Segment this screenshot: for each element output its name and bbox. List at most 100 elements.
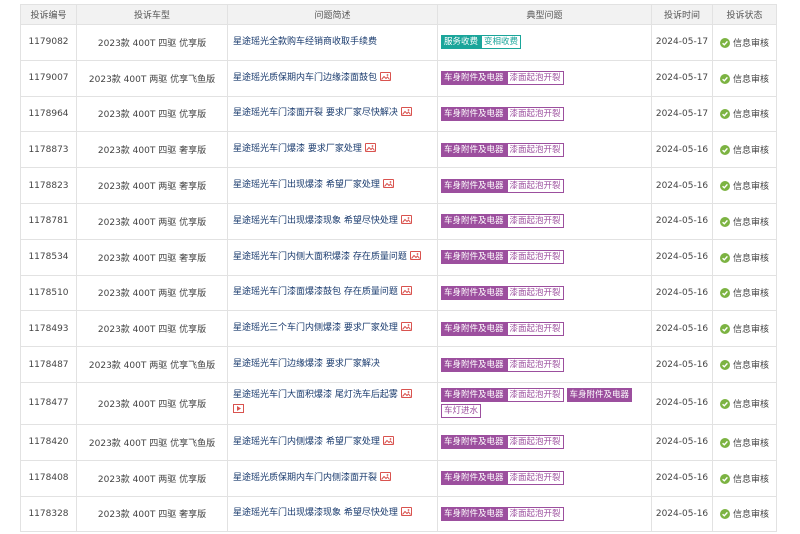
issue-tag[interactable]: 漆面起泡开裂 — [506, 142, 564, 157]
issue-tag[interactable]: 漆面起泡开裂 — [506, 471, 564, 486]
problem-summary-link[interactable]: 星途瑶光车门内侧爆漆 希望厂家处理 — [233, 437, 380, 447]
table-row[interactable]: 1178534 2023款 400T 四驱 奢享版 星途瑶光车门内侧大面积爆漆 存在… — [20, 238, 777, 276]
issue-tag[interactable]: 漆面起泡开裂 — [506, 506, 564, 521]
issue-tag[interactable]: 车身附件及电器 — [441, 357, 507, 372]
typical-issue-cell: 车身附件及电器 漆面起泡开裂 — [437, 310, 652, 348]
problem-summary-link[interactable]: 星途瑶光车门爆漆 要求厂家处理 — [233, 144, 362, 154]
issue-tag[interactable]: 漆面起泡开裂 — [506, 106, 564, 121]
issue-tag[interactable]: 车身附件及电器 — [441, 388, 507, 403]
problem-summary-link[interactable]: 星途瑶光三个车门内侧爆漆 要求厂家处理 — [233, 323, 398, 333]
problem-summary-cell: 星途瑶光车门出现爆漆现象 希望尽快处理 — [227, 202, 438, 240]
problem-summary-link[interactable]: 星途瑶光车门内侧大面积爆漆 存在质量问题 — [233, 252, 407, 262]
problem-summary-cell: 星途瑶光车门漆面爆漆鼓包 存在质量问题 — [227, 274, 438, 312]
image-icon[interactable] — [382, 179, 394, 189]
complaint-id: 1179082 — [20, 24, 77, 61]
issue-tag[interactable]: 漆面起泡开裂 — [506, 250, 564, 265]
table-row[interactable]: 1179082 2023款 400T 四驱 优享版 星途瑶光全款购车经销商收取手续费… — [20, 24, 777, 61]
problem-summary-cell: 星途瑶光车门出现爆漆现象 希望尽快处理 — [227, 495, 438, 533]
check-circle-icon — [719, 324, 730, 335]
complaint-date: 2024-05-16 — [651, 238, 713, 276]
issue-tag[interactable]: 车身附件及电器 — [441, 435, 507, 450]
typical-issue-cell: 车身附件及电器 漆面起泡开裂 — [437, 131, 652, 169]
image-icon[interactable] — [380, 471, 392, 481]
car-model: 2023款 400T 四驱 优享版 — [76, 310, 228, 348]
image-icon[interactable] — [400, 507, 412, 517]
typical-issue-cell: 车身附件及电器 漆面起泡开裂 — [437, 238, 652, 276]
issue-tag[interactable]: 变相收费 — [481, 35, 522, 50]
issue-tag[interactable]: 车灯进水 — [441, 404, 482, 419]
table-row[interactable]: 1178964 2023款 400T 四驱 优享版 星途瑶光车门漆面开裂 要求厂家尽… — [20, 95, 777, 133]
issue-tag[interactable]: 车身附件及电器 — [441, 285, 507, 300]
problem-summary-cell: 星途瑶光质保期内车门边缘漆面鼓包 — [227, 59, 438, 97]
table-row[interactable]: 1178781 2023款 400T 两驱 优享版 星途瑶光车门出现爆漆现象 希望尽… — [20, 202, 777, 240]
image-icon[interactable] — [400, 107, 412, 117]
video-icon[interactable] — [233, 404, 244, 414]
issue-tag[interactable]: 服务收费 — [441, 35, 482, 50]
problem-summary-link[interactable]: 星途瑶光车门漆面开裂 要求厂家尽快解决 — [233, 108, 398, 118]
complaint-id: 1178408 — [20, 459, 77, 497]
problem-summary-cell: 星途瑶光车门大面积爆漆 尾灯洗车后起雾 — [227, 381, 438, 425]
problem-summary-link[interactable]: 星途瑶光车门出现爆漆现象 希望尽快处理 — [233, 216, 398, 226]
issue-tag[interactable]: 车身附件及电器 — [441, 178, 507, 193]
image-icon[interactable] — [364, 143, 376, 153]
table-row[interactable]: 1178510 2023款 400T 两驱 优享版 星途瑶光车门漆面爆漆鼓包 存在质… — [20, 274, 777, 312]
table-row[interactable]: 1178493 2023款 400T 四驱 优享版 星途瑶光三个车门内侧爆漆 要求厂… — [20, 310, 777, 348]
status-text: 信息审核 — [732, 438, 769, 449]
table-row[interactable]: 1178420 2023款 400T 四驱 优享飞鱼版 星途瑶光车门内侧爆漆 希望厂… — [20, 423, 777, 461]
issue-tag[interactable]: 车身附件及电器 — [441, 321, 507, 336]
status-badge: 信息审核 — [719, 509, 769, 520]
issue-tag[interactable]: 漆面起泡开裂 — [506, 285, 564, 300]
issue-tag[interactable]: 漆面起泡开裂 — [506, 321, 564, 336]
complaint-status-cell: 信息审核 — [712, 59, 777, 97]
issue-tag[interactable]: 车身附件及电器 — [441, 71, 507, 86]
table-row[interactable]: 1178477 2023款 400T 四驱 优享版 星途瑶光车门大面积爆漆 尾灯洗车… — [20, 381, 777, 425]
table-row[interactable]: 1178873 2023款 400T 四驱 奢享版 星途瑶光车门爆漆 要求厂家处理 车… — [20, 131, 777, 169]
issue-tag[interactable]: 车身附件及电器 — [441, 142, 507, 157]
issue-tag[interactable]: 漆面起泡开裂 — [506, 388, 564, 403]
issue-tag[interactable]: 漆面起泡开裂 — [506, 435, 564, 450]
table-row[interactable]: 1178823 2023款 400T 两驱 奢享版 星途瑶光车门出现爆漆 希望厂家处… — [20, 167, 777, 204]
check-circle-icon — [719, 437, 730, 448]
car-model: 2023款 400T 两驱 优享版 — [76, 274, 228, 312]
problem-summary-link[interactable]: 星途瑶光车门出现爆漆现象 希望尽快处理 — [233, 508, 398, 518]
image-icon[interactable] — [400, 389, 412, 399]
problem-summary-link[interactable]: 星途瑶光车门漆面爆漆鼓包 存在质量问题 — [233, 287, 398, 297]
issue-tag[interactable]: 漆面起泡开裂 — [506, 214, 564, 229]
complaint-status-cell: 信息审核 — [712, 202, 777, 240]
complaint-date: 2024-05-16 — [651, 423, 713, 461]
image-icon[interactable] — [382, 435, 394, 445]
problem-summary-link[interactable]: 星途瑶光全款购车经销商收取手续费 — [233, 37, 377, 47]
table-row[interactable]: 1178328 2023款 400T 四驱 奢享版 星途瑶光车门出现爆漆现象 希望尽… — [20, 495, 777, 533]
image-icon[interactable] — [400, 322, 412, 332]
problem-summary-link[interactable]: 星途瑶光车门大面积爆漆 尾灯洗车后起雾 — [233, 390, 398, 400]
problem-summary-cell: 星途瑶光质保期内车门内侧漆面开裂 — [227, 459, 438, 497]
problem-summary-link[interactable]: 星途瑶光质保期内车门内侧漆面开裂 — [233, 473, 377, 483]
table-row[interactable]: 1179007 2023款 400T 两驱 优享飞鱼版 星途瑶光质保期内车门边缘漆面… — [20, 59, 777, 97]
table-row[interactable]: 1178408 2023款 400T 两驱 优享版 星途瑶光质保期内车门内侧漆面开裂… — [20, 459, 777, 497]
problem-summary-link[interactable]: 星途瑶光车门边缘爆漆 要求厂家解决 — [233, 359, 380, 369]
typical-issue-cell: 车身附件及电器 漆面起泡开裂 — [437, 495, 652, 533]
problem-summary-link[interactable]: 星途瑶光质保期内车门边缘漆面鼓包 — [233, 73, 377, 83]
issue-tag[interactable]: 漆面起泡开裂 — [506, 71, 564, 86]
header-typical-issue: 典型问题 — [437, 4, 652, 25]
image-icon[interactable] — [409, 250, 421, 260]
image-icon[interactable] — [400, 214, 412, 224]
status-text: 信息审核 — [732, 146, 769, 157]
issue-tag[interactable]: 车身附件及电器 — [441, 506, 507, 521]
table-row[interactable]: 1178487 2023款 400T 两驱 优享飞鱼版 星途瑶光车门边缘爆漆 要求厂… — [20, 346, 777, 383]
car-model: 2023款 400T 两驱 优享版 — [76, 202, 228, 240]
issue-tag[interactable]: 车身附件及电器 — [566, 388, 633, 403]
issue-tag[interactable]: 车身附件及电器 — [441, 214, 507, 229]
image-icon[interactable] — [400, 286, 412, 296]
problem-summary-link[interactable]: 星途瑶光车门出现爆漆 希望厂家处理 — [233, 180, 380, 190]
issue-tag[interactable]: 车身附件及电器 — [441, 250, 507, 265]
issue-tag[interactable]: 漆面起泡开裂 — [506, 178, 564, 193]
issue-tag[interactable]: 车身附件及电器 — [441, 106, 507, 121]
issue-tag[interactable]: 漆面起泡开裂 — [506, 357, 564, 372]
status-text: 信息审核 — [732, 289, 769, 300]
status-text: 信息审核 — [732, 325, 769, 336]
issue-tag[interactable]: 车身附件及电器 — [441, 471, 507, 486]
car-model: 2023款 400T 四驱 优享飞鱼版 — [76, 423, 228, 461]
image-icon[interactable] — [380, 71, 392, 81]
typical-issue-cell: 车身附件及电器 漆面起泡开裂 — [437, 59, 652, 97]
